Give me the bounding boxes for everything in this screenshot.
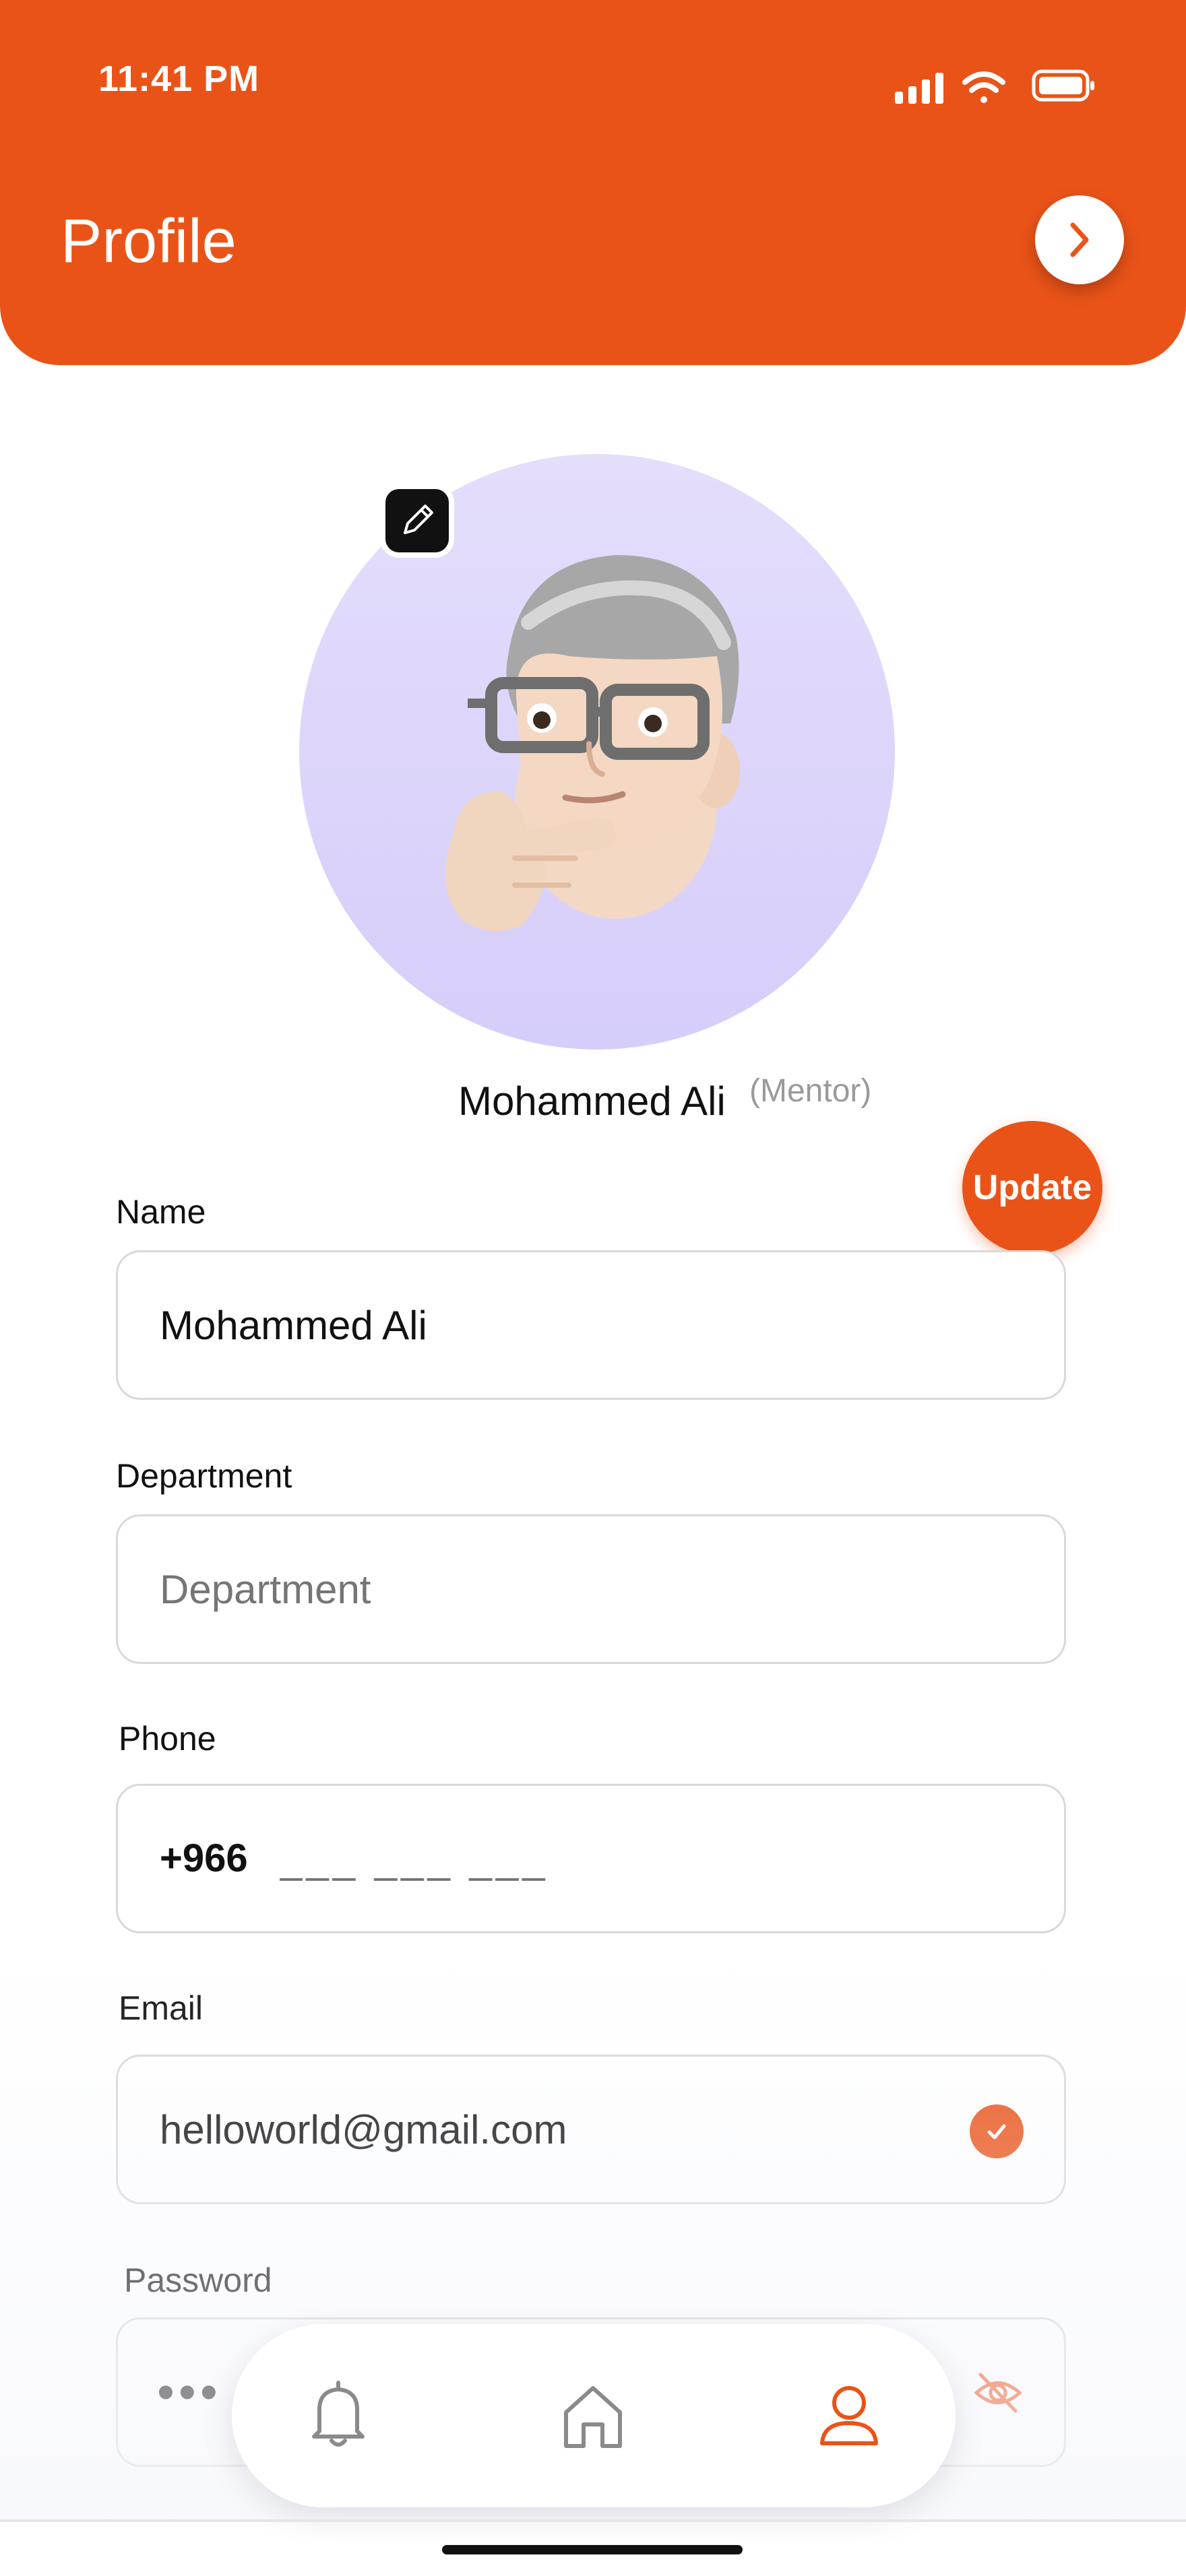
name-field-container (116, 1250, 1066, 1400)
signal-icon (895, 73, 943, 104)
department-label: Department (116, 1457, 292, 1495)
user-icon (820, 2386, 878, 2445)
bell-icon (312, 2381, 365, 2447)
email-label: Email (119, 1989, 204, 2027)
bottom-divider (0, 2519, 1186, 2522)
status-icons (895, 69, 1094, 104)
home-indicator (442, 2545, 743, 2554)
department-input[interactable] (160, 1516, 968, 1662)
department-field-container (116, 1514, 1066, 1664)
email-input[interactable] (160, 2057, 901, 2202)
nav-profile[interactable] (809, 2375, 890, 2456)
phone-input[interactable] (280, 1786, 886, 1931)
phone-label: Phone (119, 1720, 216, 1758)
update-button[interactable]: Update (962, 1121, 1102, 1254)
country-code[interactable]: +966 (160, 1786, 248, 1931)
pencil-icon (404, 505, 433, 534)
battery-icon (1032, 69, 1094, 102)
verified-check-icon (970, 2104, 1024, 2158)
page-title: Profile (61, 207, 237, 276)
edit-avatar-button[interactable] (380, 484, 454, 558)
nav-notifications[interactable] (298, 2375, 379, 2456)
name-input[interactable] (160, 1252, 968, 1398)
bottom-nav (232, 2324, 956, 2507)
status-time: 11:41 PM (98, 59, 260, 99)
forward-button[interactable] (1035, 195, 1124, 284)
profile-role: (Mentor) (749, 1073, 872, 1109)
home-icon (564, 2386, 622, 2448)
profile-name: Mohammed Ali (458, 1078, 726, 1124)
email-field-container (116, 2055, 1066, 2204)
name-label: Name (116, 1193, 206, 1231)
nav-home[interactable] (553, 2375, 633, 2456)
password-input[interactable]: ••• (157, 2319, 222, 2465)
password-label: Password (124, 2261, 272, 2299)
phone-field-container: +966 (116, 1784, 1066, 1933)
eye-off-icon[interactable] (972, 2369, 1024, 2416)
wifi-icon (962, 71, 1005, 103)
chevron-right-icon (1070, 222, 1089, 257)
app-header: 11:41 PM Profile (0, 0, 1186, 365)
